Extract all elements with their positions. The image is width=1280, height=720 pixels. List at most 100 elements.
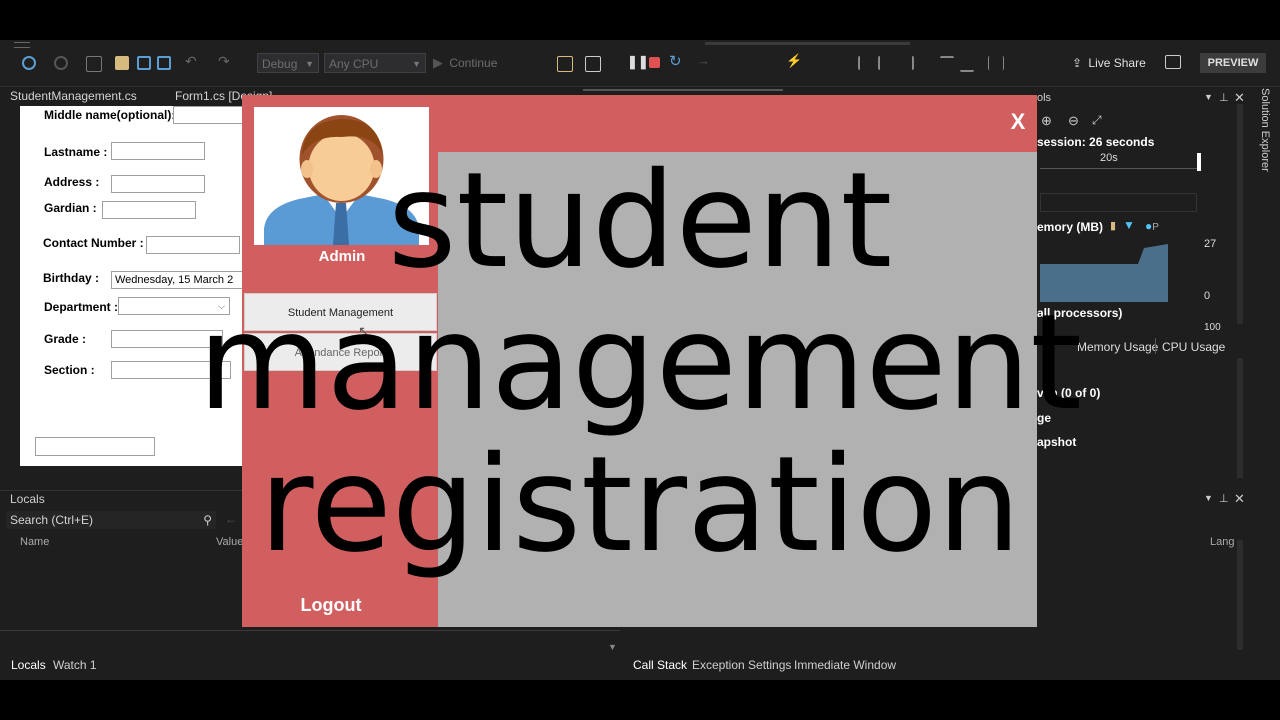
preview-label: PREVIEW: [1207, 57, 1259, 69]
live-share-button[interactable]: ⇪ Live Share: [1072, 56, 1146, 70]
panel-menu-icon[interactable]: ▼: [1204, 493, 1213, 503]
reset-zoom-icon[interactable]: ⤢: [1092, 113, 1102, 128]
timeline-cursor[interactable]: [1197, 153, 1201, 171]
memory-usage-row: ge: [1037, 411, 1052, 425]
redo-icon[interactable]: ↷: [218, 53, 232, 69]
align-left-icon[interactable]: [858, 56, 874, 70]
browser-link-icon[interactable]: [557, 56, 573, 72]
logout-button[interactable]: Logout: [244, 595, 418, 616]
middle-name-label: Middle name(optional):: [44, 108, 176, 122]
cpu-heading: all processors): [1037, 306, 1123, 320]
timeline-ruler: [1040, 168, 1200, 169]
section-field[interactable]: [111, 361, 231, 379]
step-over-icon[interactable]: →: [697, 53, 711, 68]
mouse-cursor-icon: ↖: [358, 323, 370, 339]
locals-title: Locals: [10, 492, 45, 506]
zoom-in-icon[interactable]: ⊕: [1041, 113, 1052, 129]
back-arrow-icon[interactable]: ←: [225, 512, 237, 526]
open-folder-icon[interactable]: [115, 56, 129, 70]
grade-dropdown[interactable]: ⌵: [111, 330, 223, 348]
undo-icon[interactable]: ↶: [185, 53, 199, 69]
locals-search-input[interactable]: Search (Ctrl+E) ⚲: [6, 511, 216, 529]
preview-badge[interactable]: PREVIEW: [1200, 53, 1266, 73]
locals-search-placeholder: Search (Ctrl+E): [10, 513, 94, 527]
forward-icon[interactable]: [54, 56, 68, 70]
events-track: [1040, 193, 1197, 212]
middle-name-field[interactable]: [173, 106, 243, 124]
feedback-icon[interactable]: [1165, 55, 1181, 69]
user-role-label: Admin: [318, 248, 366, 265]
close-icon: X: [1010, 109, 1026, 134]
chevron-down-icon: ▼: [305, 59, 314, 69]
designer-button[interactable]: [35, 437, 155, 456]
department-label: Department :: [44, 300, 119, 314]
continue-label: Continue: [449, 56, 498, 70]
layout-icon[interactable]: [585, 56, 601, 72]
contact-number-field[interactable]: [146, 236, 240, 254]
pin-icon[interactable]: ⊥: [1219, 91, 1229, 104]
birthday-datepicker[interactable]: Wednesday, 15 March 2: [111, 271, 243, 289]
locals-value-header: Value: [216, 536, 244, 548]
nav-student-management[interactable]: Student Management: [244, 293, 437, 331]
admin-avatar-icon: [264, 115, 419, 245]
memory-max-value: 27: [1204, 238, 1217, 250]
diagnostic-tools-title: ols: [1037, 92, 1052, 104]
panel-menu-icon[interactable]: ▼: [1204, 92, 1213, 102]
private-bytes-legend-icon: ●P: [1145, 219, 1159, 233]
continue-button[interactable]: ▶ Continue: [433, 54, 513, 72]
tab-memory-usage[interactable]: Memory Usage: [1077, 340, 1158, 354]
back-icon[interactable]: [22, 56, 36, 70]
department-dropdown[interactable]: ⌵: [118, 297, 230, 315]
memory-usage-graph: [1040, 244, 1168, 302]
avatar: [254, 107, 429, 245]
solution-configuration-dropdown[interactable]: Debug ▼: [257, 53, 319, 73]
spacing-icon[interactable]: [988, 56, 1004, 70]
align-top-icon[interactable]: [940, 56, 954, 72]
solution-platform-dropdown[interactable]: Any CPU ▼: [324, 53, 426, 73]
nav-attendance-report[interactable]: Attendance Report: [244, 333, 437, 371]
lastname-field[interactable]: [111, 142, 205, 160]
pin-icon[interactable]: ⊥: [1219, 492, 1229, 505]
events-count: ven (0 of 0): [1037, 386, 1101, 400]
align-center-icon[interactable]: [878, 56, 894, 70]
tab-student-management-cs[interactable]: StudentManagement.cs: [10, 89, 137, 103]
close-panel-icon[interactable]: ✕: [1234, 491, 1245, 507]
chevron-down-icon: ⌵: [218, 301, 225, 311]
tab-immediate-window[interactable]: Immediate Window: [794, 658, 896, 672]
scroll-down-icon[interactable]: ▼: [608, 642, 617, 652]
grade-label: Grade :: [44, 332, 87, 346]
search-icon[interactable]: ⚲: [203, 511, 212, 529]
vertical-scrollbar[interactable]: [1237, 358, 1243, 478]
align-bottom-icon[interactable]: [960, 56, 974, 72]
align-right-icon[interactable]: [898, 56, 914, 70]
timeline-label: 20s: [1100, 152, 1118, 164]
tab-call-stack[interactable]: Call Stack: [633, 658, 687, 672]
vertical-scrollbar-top[interactable]: [1237, 104, 1243, 324]
save-icon[interactable]: [137, 56, 151, 70]
side-tab-solution-explorer[interactable]: Solution Explorer: [1257, 88, 1271, 188]
tab-divider: [1155, 338, 1156, 354]
zoom-out-icon[interactable]: ⊖: [1068, 113, 1079, 129]
tab-watch-1[interactable]: Watch 1: [53, 658, 97, 672]
pause-icon[interactable]: ❚❚: [627, 54, 649, 69]
save-all-icon[interactable]: [157, 56, 171, 70]
toolbar-grip-icon: [14, 42, 30, 48]
callstack-lang-header: Lang: [1210, 536, 1235, 548]
section-label: Section :: [44, 363, 95, 377]
solution-platform-value: Any CPU: [329, 57, 379, 71]
lastname-label: Lastname :: [44, 145, 108, 159]
close-button[interactable]: X: [1006, 110, 1030, 134]
guardian-field[interactable]: [102, 201, 196, 219]
tab-cpu-usage[interactable]: CPU Usage: [1162, 340, 1225, 354]
new-item-icon[interactable]: [86, 56, 102, 72]
vertical-scrollbar[interactable]: [1237, 540, 1243, 650]
stop-icon[interactable]: [649, 57, 660, 68]
ide-menu-strip: [705, 42, 910, 45]
take-snapshot-link[interactable]: apshot: [1037, 435, 1076, 449]
tab-exception-settings[interactable]: Exception Settings: [692, 658, 791, 672]
tab-locals[interactable]: Locals: [11, 658, 46, 672]
address-field[interactable]: [111, 175, 205, 193]
hot-reload-icon[interactable]: ⚡: [786, 53, 802, 68]
chevron-down-icon: ▼: [412, 59, 421, 69]
restart-icon[interactable]: ↻: [669, 52, 683, 70]
